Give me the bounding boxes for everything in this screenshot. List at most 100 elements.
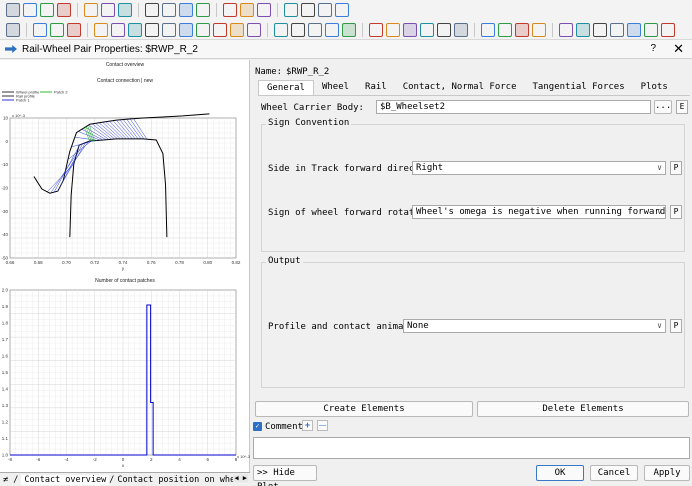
body-icon[interactable] — [67, 22, 81, 37]
force-icon[interactable] — [179, 22, 193, 37]
rail-wheel-pair-icon — [5, 45, 17, 53]
y-arrow-icon[interactable] — [627, 22, 641, 37]
u-function-icon[interactable] — [593, 22, 607, 37]
animation-p-button[interactable]: P — [670, 319, 682, 333]
link-icon[interactable] — [284, 3, 298, 17]
create-elements-button[interactable]: Create Elements — [255, 401, 473, 417]
comment-remove-button[interactable]: — — [317, 420, 328, 431]
y-tick-label: 10 — [3, 116, 9, 121]
filter-2-icon[interactable] — [515, 22, 529, 37]
frame-icon[interactable] — [128, 22, 142, 37]
tab-general[interactable]: General — [258, 80, 314, 96]
redo-icon[interactable] — [196, 3, 210, 17]
paste-icon[interactable] — [101, 3, 115, 17]
x-tick-label: 0.76 — [147, 260, 156, 265]
x-axis-label: y — [122, 266, 125, 271]
triangle-icon[interactable] — [196, 22, 210, 37]
window-group-icon[interactable] — [257, 3, 271, 17]
hide-plot-button[interactable]: >> Hide Plot — [253, 465, 317, 486]
save-icon[interactable] — [40, 3, 54, 17]
grid-icon[interactable] — [386, 22, 400, 37]
sheet-nav-arrows[interactable]: ◀ ▶ — [233, 474, 248, 482]
rotation-select[interactable]: Wheel's omega is negative when running f… — [412, 205, 666, 219]
legend-label: Patch 1 — [16, 98, 30, 103]
wave-icon[interactable] — [576, 22, 590, 37]
u-arrow-icon[interactable] — [610, 22, 624, 37]
sign-convention-label: Sign Convention — [266, 118, 352, 128]
tools-icon[interactable] — [33, 22, 47, 37]
graph-tree-icon[interactable] — [335, 3, 349, 17]
triangle-pattern-icon[interactable] — [403, 22, 417, 37]
browse-button[interactable]: ... — [654, 100, 672, 114]
graph-icon[interactable] — [318, 3, 332, 17]
gear-icon[interactable] — [230, 22, 244, 37]
cancel-button[interactable]: Cancel — [590, 465, 638, 481]
ok-button[interactable]: OK — [536, 465, 584, 481]
exponent-label: x 10^-3 — [12, 113, 26, 118]
arrows-icon[interactable] — [498, 22, 512, 37]
s-function-icon[interactable] — [291, 22, 305, 37]
animation-select[interactable]: None — [403, 319, 666, 333]
spring-icon[interactable] — [213, 22, 227, 37]
side-p-button[interactable]: P — [670, 161, 682, 175]
tab-wheel[interactable]: Wheel — [313, 80, 358, 96]
m-function-icon[interactable] — [308, 22, 322, 37]
delete-elements-button[interactable]: Delete Elements — [477, 401, 689, 417]
filter-icon[interactable] — [481, 22, 495, 37]
feather-icon[interactable] — [437, 22, 451, 37]
arrow-up-icon[interactable] — [644, 22, 658, 37]
tab-tangential-forces[interactable]: Tangential Forces — [524, 80, 633, 96]
model-icon[interactable] — [145, 3, 159, 17]
plot-sheet-tabs: ≠ / Contact overview / Contact position … — [0, 472, 250, 486]
comment-field[interactable] — [253, 437, 690, 459]
y-tick-label: 1.8 — [2, 321, 9, 326]
bookmark-icon[interactable] — [559, 22, 573, 37]
contact-overview-plot[interactable]: 0.66 0.68 0.70 0.72 0.74 0.76 0.78 0.80 0.82 10 0 -… — [0, 60, 250, 275]
sign-convention-group — [261, 124, 685, 252]
chart-icon[interactable] — [247, 22, 261, 37]
name-value[interactable]: $RWP_R_2 — [286, 67, 329, 77]
carrier-field[interactable]: $B_Wheelset2 — [376, 100, 651, 114]
link-2-icon[interactable] — [532, 22, 546, 37]
contact-patches-plot[interactable]: -8 -6 -4 -2 0 2 4 6 82.01.91.81.71.61.51.41.31.2… — [0, 272, 250, 472]
rotation-p-button[interactable]: P — [670, 205, 682, 219]
tab-plots[interactable]: Plots — [632, 80, 676, 96]
slashes-icon[interactable] — [420, 22, 434, 37]
side-select[interactable]: Right — [412, 161, 666, 175]
comment-add-button[interactable]: + — [302, 420, 313, 431]
sheet-tab-contact-overview[interactable]: Contact overview — [21, 474, 110, 485]
text-icon[interactable] — [342, 22, 356, 37]
marker-icon[interactable] — [111, 22, 125, 37]
arrow-icon[interactable] — [162, 22, 176, 37]
sheet-tab-contact-position[interactable]: Contact position on wheel — [114, 475, 248, 485]
e-button[interactable]: E — [676, 100, 688, 114]
close-icon[interactable]: ✕ — [673, 41, 684, 57]
open-folder-icon[interactable] — [23, 3, 37, 17]
ibeam-icon[interactable] — [454, 22, 468, 37]
settings-icon[interactable] — [6, 22, 20, 37]
help-button[interactable]: ? — [650, 43, 656, 54]
x-tick-label: 0.70 — [62, 260, 71, 265]
tools-x-icon[interactable] — [50, 22, 64, 37]
joint-icon[interactable] — [94, 22, 108, 37]
tab-contact-normal-force[interactable]: Contact, Normal Force — [394, 80, 525, 96]
undo-icon[interactable] — [162, 3, 176, 17]
new-document-icon[interactable] — [6, 3, 20, 17]
x-tick-label: -2 — [93, 457, 97, 462]
model-tree-icon[interactable] — [301, 3, 315, 17]
calendar-icon[interactable] — [118, 3, 132, 17]
window-icon[interactable] — [223, 3, 237, 17]
apply-button[interactable]: Apply — [644, 465, 690, 481]
shape-icon[interactable] — [661, 22, 675, 37]
comment-checkbox[interactable]: ✓ — [253, 422, 262, 431]
windows-icon[interactable] — [240, 3, 254, 17]
sensor-icon[interactable] — [145, 22, 159, 37]
road-icon[interactable] — [274, 22, 288, 37]
x-tick-label: 0.66 — [6, 260, 15, 265]
undo-dropdown-icon[interactable] — [179, 3, 193, 17]
f-function-icon[interactable] — [325, 22, 339, 37]
save-as-icon[interactable] — [57, 3, 71, 17]
copy-icon[interactable] — [84, 3, 98, 17]
car-icon[interactable] — [369, 22, 383, 37]
tab-rail[interactable]: Rail — [357, 80, 395, 96]
